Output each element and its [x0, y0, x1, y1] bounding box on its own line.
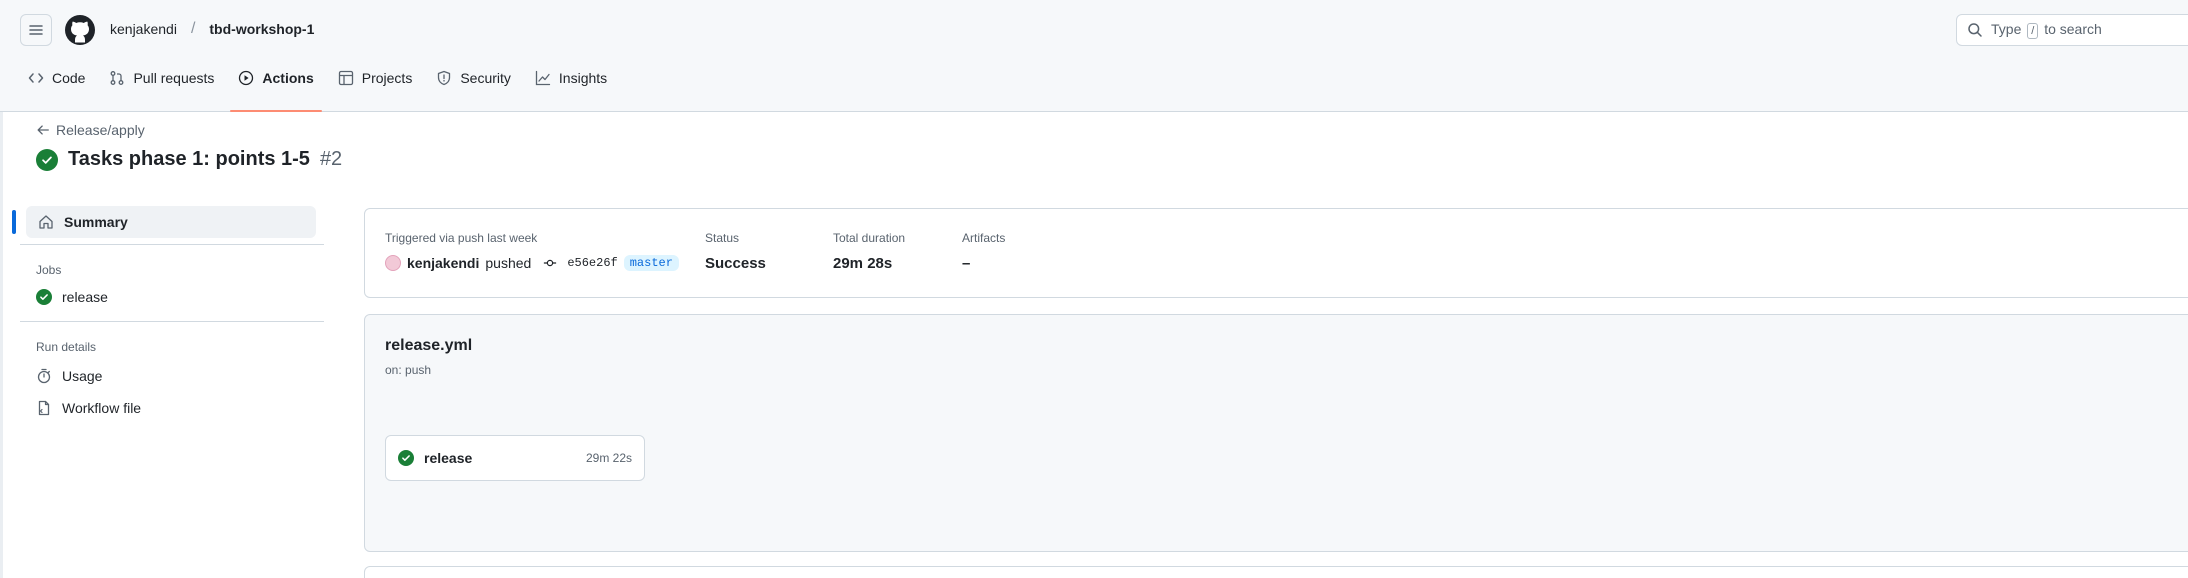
tab-actions[interactable]: Actions	[226, 58, 325, 112]
breadcrumb-separator: /	[190, 20, 196, 37]
trigger-label: Triggered via push last week	[385, 231, 538, 245]
back-link-label: Release/apply	[56, 122, 145, 138]
search-input[interactable]: Type / to search	[1956, 14, 2188, 46]
code-icon	[28, 73, 44, 83]
shield-icon	[438, 70, 451, 86]
breadcrumb: kenjakendi / tbd-workshop-1	[110, 20, 314, 38]
sidebar-divider	[20, 244, 324, 245]
run-sidebar: Summary Jobs release Run details Usage W…	[12, 206, 324, 424]
hamburger-icon	[29, 25, 43, 35]
check-circle-icon	[398, 450, 414, 466]
run-number: #2	[319, 148, 343, 170]
arrow-left-icon	[37, 125, 49, 135]
job-node-release[interactable]: release 29m 22s	[385, 435, 645, 481]
stopwatch-icon	[37, 368, 51, 384]
branch-label[interactable]: master	[623, 255, 679, 271]
trigger-value: kenjakendi pushed e56e26f master	[385, 255, 679, 271]
workflow-file-name: release.yml	[385, 337, 473, 354]
sidebar-item-summary[interactable]: Summary	[12, 206, 316, 238]
actor-link[interactable]: kenjakendi	[407, 255, 479, 271]
duration-value: 29m 28s	[833, 255, 893, 272]
workflow-trigger: on: push	[385, 363, 432, 377]
sidebar-item-label: Usage	[62, 368, 103, 384]
repo-tabs: Code Pull requests Actions Projects Secu…	[16, 58, 619, 112]
duration-column: Total duration 29m 28s	[833, 231, 905, 272]
run-summary-card: Triggered via push last week kenjakendi …	[364, 208, 2188, 298]
menu-button[interactable]	[20, 14, 52, 46]
status-value: Success	[705, 255, 766, 272]
duration-label: Total duration	[833, 231, 906, 245]
sidebar-item-usage[interactable]: Usage	[24, 360, 324, 392]
tab-pull-requests[interactable]: Pull requests	[97, 58, 226, 98]
job-name: release	[424, 450, 473, 466]
search-shortcut-key: /	[2027, 23, 2039, 39]
tab-label: Pull requests	[133, 70, 215, 86]
search-suffix: to search	[2044, 21, 2102, 37]
home-icon	[39, 215, 53, 229]
tab-label: Insights	[558, 70, 608, 86]
tab-projects[interactable]: Projects	[326, 58, 425, 98]
status-column: Status Success	[705, 231, 766, 272]
search-icon	[1968, 23, 1982, 37]
job-duration: 29m 22s	[585, 451, 632, 465]
sidebar-divider	[20, 321, 324, 322]
trigger-action: pushed	[485, 255, 532, 271]
sidebar-item-label: Workflow file	[62, 400, 142, 416]
github-logo-icon[interactable]	[64, 14, 96, 46]
artifacts-column: Artifacts –	[962, 231, 1005, 272]
search-placeholder: Type / to search	[1991, 21, 2102, 39]
tab-label: Code	[52, 70, 86, 86]
sidebar-item-workflow-file[interactable]: Workflow file	[24, 392, 324, 424]
sidebar-heading-jobs: Jobs	[36, 263, 62, 277]
tab-insights[interactable]: Insights	[523, 58, 619, 98]
file-icon	[38, 400, 50, 416]
search-prefix: Type	[1991, 21, 2022, 37]
trigger-column: Triggered via push last week kenjakendi …	[385, 231, 679, 271]
avatar[interactable]	[385, 255, 401, 271]
graph-icon	[535, 70, 551, 86]
git-commit-icon	[544, 259, 557, 267]
page-edge	[0, 112, 3, 578]
status-label: Status	[705, 231, 740, 245]
tab-label: Projects	[361, 70, 413, 86]
tab-code[interactable]: Code	[16, 58, 97, 98]
sidebar-item-job-release[interactable]: release	[24, 281, 324, 313]
run-title-text: Tasks phase 1: points 1-5	[68, 148, 310, 170]
artifacts-label: Artifacts	[962, 231, 1006, 245]
repo-name-link[interactable]: tbd-workshop-1	[209, 21, 314, 37]
repo-owner-link[interactable]: kenjakendi	[110, 21, 177, 37]
workflow-graph: release.yml on: push release 29m 22s	[364, 314, 2188, 552]
git-pull-request-icon	[111, 71, 124, 85]
sidebar-item-label: release	[62, 289, 108, 305]
sidebar-heading-run-details: Run details	[36, 340, 97, 354]
page-title: Tasks phase 1: points 1-5 #2	[36, 148, 342, 171]
annotations-card	[364, 566, 2188, 578]
play-icon	[239, 70, 254, 86]
back-to-workflow-link[interactable]: Release/apply	[36, 122, 145, 138]
commit-sha-link[interactable]: e56e26f	[567, 256, 617, 270]
check-circle-icon	[36, 289, 52, 305]
tab-label: Security	[460, 70, 511, 86]
tab-label: Actions	[262, 70, 314, 86]
tab-security[interactable]: Security	[424, 58, 523, 98]
repo-header: kenjakendi / tbd-workshop-1 Type / to se…	[0, 0, 2188, 112]
check-circle-icon	[36, 148, 58, 171]
artifacts-value: –	[962, 255, 971, 272]
sidebar-item-label: Summary	[64, 214, 128, 230]
table-icon	[338, 70, 353, 86]
